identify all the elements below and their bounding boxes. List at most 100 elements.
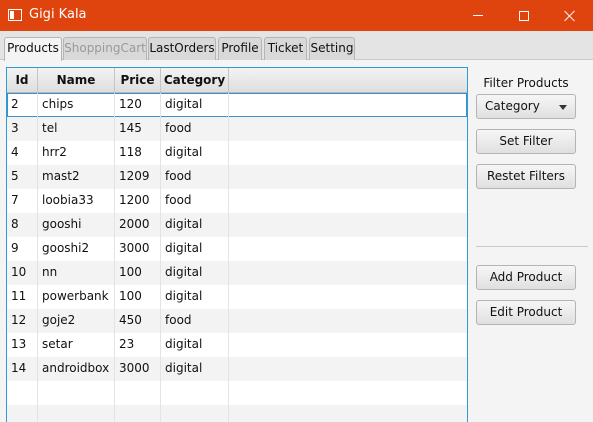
cell-category: food [161,309,229,333]
tab-ticket[interactable]: Ticket [264,37,307,60]
cell-filler [229,309,467,333]
chevron-down-icon [559,105,567,110]
table-row[interactable]: 3 tel 145 food [7,117,467,141]
reset-filters-button[interactable]: Restet Filters [476,164,576,189]
table-row[interactable]: 13 setar 23 digital [7,333,467,357]
cell-category: digital [161,237,229,261]
table-row[interactable]: 2 chips 120 digital [7,93,467,117]
cell-category: digital [161,141,229,165]
app-window-icon [8,9,22,21]
maximize-button[interactable] [501,0,547,31]
cell-price: 120 [115,93,161,117]
close-icon [564,10,576,22]
cell-name: tel [38,117,115,141]
column-header-name[interactable]: Name [38,68,115,92]
cell-name: mast2 [38,165,115,189]
column-header-filler [229,68,467,92]
cell-category: digital [161,213,229,237]
maximize-icon [519,10,529,21]
cell-category: digital [161,93,229,117]
cell-price: 118 [115,141,161,165]
minimize-icon [473,15,483,16]
cell-id: 9 [7,237,38,261]
tab-setting[interactable]: Setting [309,37,355,60]
table-row[interactable]: 7 loobia33 1200 food [7,189,467,213]
cell-id: 8 [7,213,38,237]
cell-id: 2 [7,93,38,117]
set-filter-button[interactable]: Set Filter [476,129,576,154]
filter-products-label: Filter Products [483,76,569,90]
table-row[interactable]: 5 mast2 1209 food [7,165,467,189]
tab-last-orders[interactable]: LastOrders [148,37,216,60]
cell-category [161,405,229,422]
cell-id [7,405,38,422]
table-row[interactable]: 14 androidbox 3000 digital [7,357,467,381]
empty-table-row [7,381,467,405]
cell-category: digital [161,285,229,309]
cell-name: chips [38,93,115,117]
cell-filler [229,165,467,189]
tab-strip: Products ShoppingCart LastOrders Profile… [0,31,593,61]
cell-name: hrr2 [38,141,115,165]
cell-id: 14 [7,357,38,381]
table-row[interactable]: 10 nn 100 digital [7,261,467,285]
panel-separator [476,246,588,247]
category-combo[interactable]: Category [476,94,576,119]
cell-filler [229,405,467,422]
cell-id: 3 [7,117,38,141]
cell-name: loobia33 [38,189,115,213]
cell-id: 12 [7,309,38,333]
cell-id: 5 [7,165,38,189]
cell-category: digital [161,261,229,285]
column-header-category[interactable]: Category [161,68,229,92]
table-row[interactable]: 4 hrr2 118 digital [7,141,467,165]
cell-filler [229,357,467,381]
cell-name: gooshi2 [38,237,115,261]
cell-price: 23 [115,333,161,357]
table-row[interactable]: 11 powerbank 100 digital [7,285,467,309]
cell-name: powerbank [38,285,115,309]
cell-category: food [161,165,229,189]
title-bar: Gigi Kala [0,0,593,31]
add-product-button[interactable]: Add Product [476,265,576,290]
close-button[interactable] [547,0,593,31]
cell-price: 145 [115,117,161,141]
cell-price: 1200 [115,189,161,213]
table-row[interactable]: 12 goje2 450 food [7,309,467,333]
minimize-button[interactable] [455,0,501,31]
cell-filler [229,117,467,141]
table-row[interactable]: 8 gooshi 2000 digital [7,213,467,237]
tab-products[interactable]: Products [4,37,62,61]
cell-id: 11 [7,285,38,309]
column-header-id[interactable]: Id [7,68,38,92]
tab-profile[interactable]: Profile [218,37,262,60]
cell-name: nn [38,261,115,285]
cell-filler [229,333,467,357]
cell-price [115,381,161,405]
cell-name: goje2 [38,309,115,333]
cell-filler [229,261,467,285]
window-title: Gigi Kala [29,7,87,22]
cell-id: 7 [7,189,38,213]
cell-name: gooshi [38,213,115,237]
table-header: Id Name Price Category [7,68,467,93]
products-table[interactable]: Id Name Price Category 2 chips 120 digital 3… [6,67,468,422]
tab-shopping-cart[interactable]: ShoppingCart [63,37,147,60]
cell-name [38,405,115,422]
column-header-price[interactable]: Price [115,68,161,92]
cell-name [38,381,115,405]
cell-id: 10 [7,261,38,285]
cell-price [115,405,161,422]
edit-product-button[interactable]: Edit Product [476,300,576,325]
table-row[interactable]: 9 gooshi2 3000 digital [7,237,467,261]
empty-table-row [7,405,467,422]
cell-filler [229,381,467,405]
cell-category: digital [161,357,229,381]
cell-category: food [161,189,229,213]
cell-price: 3000 [115,357,161,381]
cell-id [7,381,38,405]
cell-category [161,381,229,405]
cell-price: 1209 [115,165,161,189]
cell-id: 13 [7,333,38,357]
cell-name: setar [38,333,115,357]
